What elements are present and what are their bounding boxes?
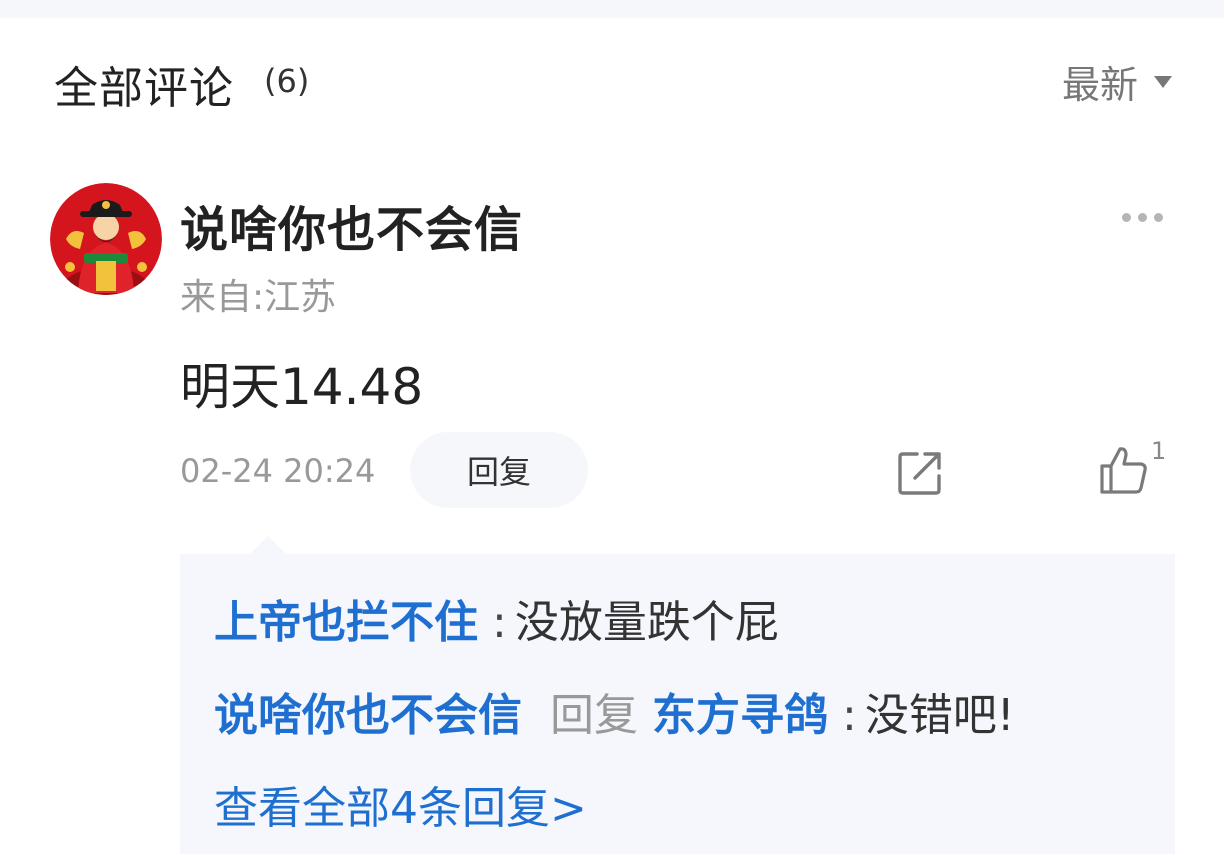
avatar[interactable] [50,183,162,295]
comment-content: 明天14.48 [180,358,424,416]
reply-button[interactable]: 回复 [410,432,588,508]
god-of-wealth-icon [50,183,162,295]
comment-author[interactable]: 说啥你也不会信 [180,190,523,260]
more-dot [1154,213,1163,222]
more-dot [1122,213,1131,222]
thumbs-up-icon[interactable] [1098,444,1150,496]
reply-text: 没错吧! [864,690,1015,741]
comments-count: (6) [264,62,310,100]
top-strip [0,0,1224,18]
sort-dropdown[interactable]: 最新 [1062,54,1172,109]
comment-time: 02-24 20:24 [180,452,376,490]
reply-word: 回复 [550,690,638,741]
reply-text: 没放量跌个屁 [514,597,779,648]
dropdown-triangle-icon [1154,75,1172,88]
reply-separator: : [492,597,507,648]
reply-target[interactable]: 东方寻鸽 [652,679,828,743]
reply-box-pointer [250,536,286,554]
view-all-replies-link[interactable]: 查看全部4条回复> [214,772,587,836]
comment-location: 来自:江苏 [180,277,337,318]
reply-separator: : [842,690,857,741]
replies-box: 上帝也拦不住 : 没放量跌个屁 说啥你也不会信 回复 东方寻鸽 : 没错吧! 查… [180,554,1175,854]
reply-item[interactable]: 上帝也拦不住 : 没放量跌个屁 [214,586,779,650]
reply-item[interactable]: 说啥你也不会信 回复 东方寻鸽 : 没错吧! [214,679,1014,743]
share-icon[interactable] [895,448,945,498]
more-options-icon[interactable] [1122,213,1163,222]
more-dot [1138,213,1147,222]
sort-label: 最新 [1061,63,1138,107]
like-count: 1 [1151,437,1167,465]
reply-author[interactable]: 上帝也拦不住 [214,586,478,650]
reply-author[interactable]: 说啥你也不会信 [214,679,522,743]
comments-title: 全部评论 [54,63,234,114]
